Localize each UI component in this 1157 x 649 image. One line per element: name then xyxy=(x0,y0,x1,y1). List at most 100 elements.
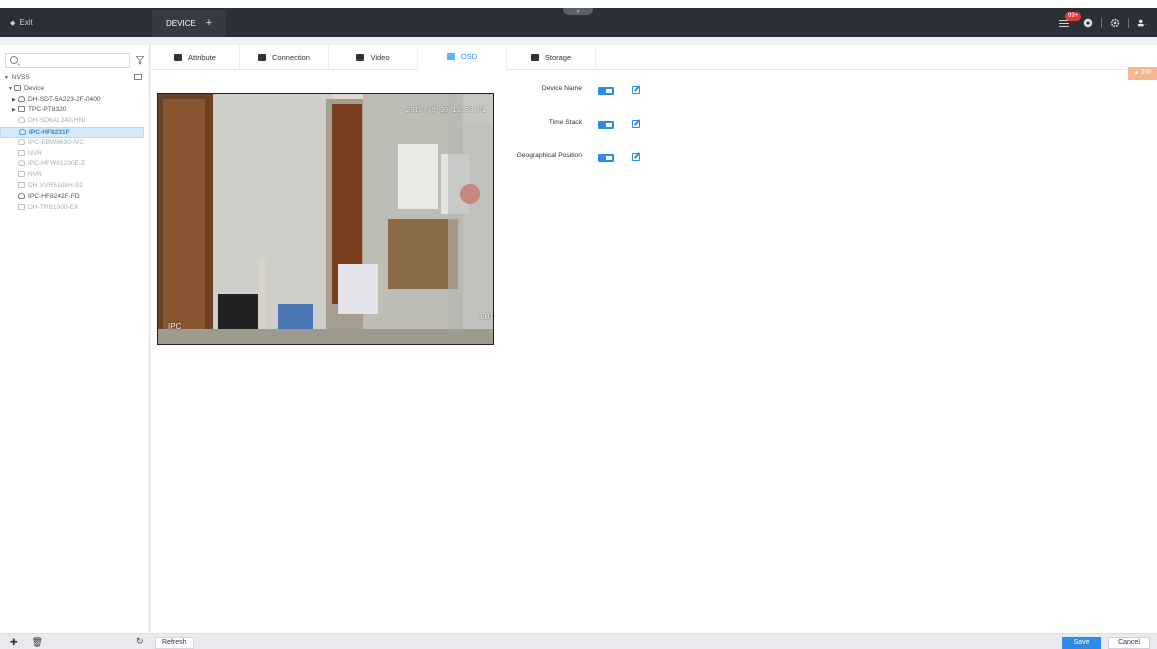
osd-field-row: Time Stack xyxy=(506,119,666,131)
tree-item-label: DH-SDT-5A223-2F-0400 xyxy=(28,95,101,103)
nvr-icon xyxy=(18,149,25,156)
tree-item[interactable]: IPC-HF8231F xyxy=(0,126,144,138)
warning-count: 200 xyxy=(1141,70,1152,76)
tree-item[interactable]: ▶ DH-SDT-5A223-2F-0400 xyxy=(4,95,146,106)
osd-channel-name[interactable]: IPC xyxy=(168,322,181,331)
tree-item[interactable]: IPC-HFW81230E-Z xyxy=(4,159,146,170)
warning-badge[interactable]: ▲ 200 xyxy=(1128,67,1157,80)
tab-connection[interactable]: Connection xyxy=(240,45,329,70)
caret-down-icon: ▼ xyxy=(4,75,9,81)
globe-icon[interactable] xyxy=(1083,18,1093,28)
osd-field-label: Time Stack xyxy=(548,119,582,126)
tree-item-label: IPC-HF8242F-FD xyxy=(28,192,80,200)
tree-item[interactable]: NVR xyxy=(4,149,146,160)
nvr-icon xyxy=(18,171,25,178)
device-tree-panel: ▼ NVSS ▼ Device ▶ DH-SDT-5A223-2F-0400 ▶ TPC-… xyxy=(0,45,150,633)
list-icon xyxy=(1059,20,1069,27)
tree-item[interactable]: ▼ Device xyxy=(4,84,146,95)
tree-item[interactable]: IPC-HF8242F-FD xyxy=(4,192,146,203)
osd-field-label: Geographical Position xyxy=(516,152,582,159)
tree-item[interactable]: IPC-EBW8630-IVC xyxy=(4,138,146,149)
cancel-button[interactable]: Cancel xyxy=(1108,637,1150,649)
tree-item-label: NVR xyxy=(28,171,42,179)
tree-actions: ✚ 🗑 xyxy=(10,637,43,648)
osd-field-label: Device Name xyxy=(541,85,582,92)
live-video-preview: 2018-09-19 11:33:01 IPC ai0 xyxy=(157,93,494,345)
divider xyxy=(1101,18,1102,28)
camera-icon xyxy=(18,160,25,167)
bottom-bar: ✚ 🗑 ↻ Refresh Save Cancel xyxy=(0,633,1157,649)
storage-icon xyxy=(530,54,539,61)
user-icon[interactable] xyxy=(1137,18,1147,28)
tree-item-label: DH-SD6AL240-HNI xyxy=(28,117,86,125)
osd-field-row: Device Name xyxy=(506,85,666,97)
nvr-icon xyxy=(18,181,25,188)
arrow-left-icon: ◆ xyxy=(10,19,16,27)
top-right-toolbar: 99+ xyxy=(1059,12,1147,28)
tab-label: Storage xyxy=(544,53,572,62)
connection-icon xyxy=(258,54,267,61)
exit-button[interactable]: ◆ Exit xyxy=(10,18,33,27)
attribute-icon xyxy=(174,54,183,61)
tab-video[interactable]: Video xyxy=(329,45,418,70)
main-panel: Attribute Connection Video OSD Storage ▲ 200… xyxy=(151,45,1157,633)
tab-osd[interactable]: OSD xyxy=(418,45,507,70)
tab-label: Connection xyxy=(272,53,310,62)
top-bar: ◆ Exit DEVICE + ▾ 99+ xyxy=(0,0,1157,37)
alarm-list-button[interactable]: 99+ xyxy=(1059,12,1082,28)
device-tree: ▼ NVSS ▼ Device ▶ DH-SDT-5A223-2F-0400 ▶ TPC-… xyxy=(0,73,146,214)
dome-icon xyxy=(18,117,25,124)
tree-root[interactable]: ▼ NVSS xyxy=(4,73,146,84)
refresh-icon[interactable]: ↻ xyxy=(136,636,144,647)
edit-icon[interactable] xyxy=(632,153,640,161)
tree-item[interactable]: NVR xyxy=(4,170,146,181)
collapse-all-icon[interactable] xyxy=(134,74,142,80)
osd-field-row: Geographical Position xyxy=(506,152,666,164)
add-icon[interactable]: ✚ xyxy=(10,637,18,648)
add-tab-button[interactable]: + xyxy=(206,17,212,29)
camera-icon xyxy=(18,138,25,145)
osd-timestamp[interactable]: 2018-09-19 11:33:01 xyxy=(406,106,486,114)
collapse-toolbar-button[interactable]: ▾ xyxy=(563,8,593,15)
edit-icon[interactable] xyxy=(632,86,640,94)
tree-item-label: IPC-HF8231F xyxy=(29,128,70,136)
tree-item-label: DH-TRS1000-EX xyxy=(28,203,79,211)
osd-enable-toggle[interactable] xyxy=(598,87,614,95)
save-button[interactable]: Save xyxy=(1062,637,1101,649)
gear-icon[interactable] xyxy=(1110,18,1120,28)
search-icon xyxy=(10,56,18,64)
filter-icon[interactable] xyxy=(136,56,144,65)
tree-item-label: TPC-PT8320 xyxy=(28,106,67,114)
tree-item-label: DH-XVR5108H-S2 xyxy=(28,181,83,189)
delete-icon[interactable]: 🗑 xyxy=(32,637,43,648)
tree-item[interactable]: DH-SD6AL240-HNI xyxy=(4,116,146,127)
camera-icon xyxy=(18,192,25,199)
nvr-icon xyxy=(18,203,25,210)
refresh-button[interactable]: Refresh xyxy=(155,637,194,649)
tab-label: OSD xyxy=(460,52,478,61)
tree-item[interactable]: ▶ TPC-PT8320 xyxy=(4,105,146,116)
tree-item-label: IPC-EBW8630-IVC xyxy=(28,138,85,146)
config-tabs: Attribute Connection Video OSD Storage xyxy=(151,45,1157,70)
thermal-icon xyxy=(18,106,25,113)
tab-label: Attribute xyxy=(188,53,216,62)
divider xyxy=(1128,18,1129,28)
device-tab[interactable]: DEVICE + xyxy=(152,10,227,37)
device-tab-label: DEVICE xyxy=(166,18,196,28)
tree-item[interactable]: DH-XVR5108H-S2 xyxy=(4,181,146,192)
osd-enable-toggle[interactable] xyxy=(598,154,614,162)
tab-storage[interactable]: Storage xyxy=(507,45,596,70)
camera-icon xyxy=(19,128,26,135)
tree-item-label: IPC-HFW81230E-Z xyxy=(28,160,86,168)
tab-attribute[interactable]: Attribute xyxy=(151,45,240,70)
search-input[interactable] xyxy=(5,53,130,68)
osd-corner-text: ai0 xyxy=(478,312,493,321)
folder-icon xyxy=(14,84,21,91)
tree-item[interactable]: DH-TRS1000-EX xyxy=(4,203,146,214)
osd-icon xyxy=(446,53,455,60)
video-icon xyxy=(356,54,365,61)
edit-icon[interactable] xyxy=(632,120,640,128)
tree-item-label: NVR xyxy=(28,149,42,157)
osd-enable-toggle[interactable] xyxy=(598,121,614,129)
camera-icon xyxy=(18,95,25,102)
